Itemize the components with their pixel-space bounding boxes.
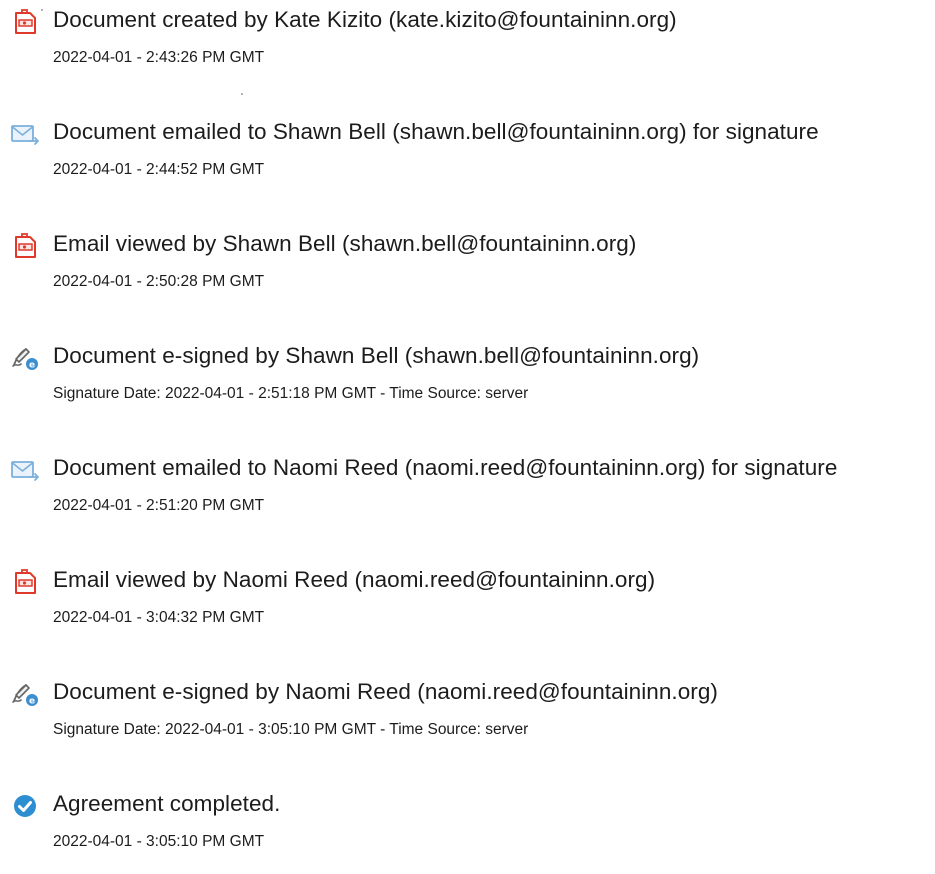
event-description: Email viewed by Shawn Bell (shawn.bell@f…: [53, 231, 637, 256]
event-timestamp: 2022-04-01 - 3:04:32 PM GMT: [53, 609, 265, 626]
event-description: Document e-signed by Naomi Reed (naomi.r…: [53, 679, 718, 704]
event-timestamp: 2022-04-01 - 2:51:20 PM GMT: [53, 497, 265, 514]
event-document-emailed: Document emailed to Shawn Bell (shawn.be…: [0, 112, 935, 202]
event-timestamp: 2022-04-01 - 3:05:10 PM GMT: [53, 833, 265, 850]
email-sent-icon: [10, 119, 40, 149]
e-signed-icon: e: [10, 679, 40, 709]
event-description: Document created by Kate Kizito (kate.ki…: [53, 7, 677, 32]
event-timestamp: 2022-04-01 - 2:44:52 PM GMT: [53, 161, 265, 178]
event-email-viewed: Email viewed by Naomi Reed (naomi.reed@f…: [0, 560, 935, 650]
event-agreement-completed: Agreement completed. 2022-04-01 - 3:05:1…: [0, 784, 935, 874]
event-timestamp: Signature Date: 2022-04-01 - 3:05:10 PM …: [53, 721, 529, 738]
event-document-e-signed: e Document e-signed by Shawn Bell (shawn…: [0, 336, 935, 426]
e-signed-icon: e: [10, 343, 40, 373]
event-document-emailed: Document emailed to Naomi Reed (naomi.re…: [0, 448, 935, 538]
svg-text:e: e: [29, 697, 35, 707]
event-email-viewed: Email viewed by Shawn Bell (shawn.bell@f…: [0, 224, 935, 314]
audit-log: Document created by Kate Kizito (kate.ki…: [0, 0, 935, 850]
event-description: Agreement completed.: [53, 791, 281, 816]
event-description: Email viewed by Naomi Reed (naomi.reed@f…: [53, 567, 656, 592]
email-viewed-icon: [10, 567, 40, 597]
event-description: Document emailed to Naomi Reed (naomi.re…: [53, 455, 838, 480]
svg-text:e: e: [29, 361, 35, 371]
event-timestamp: 2022-04-01 - 2:43:26 PM GMT: [53, 49, 265, 66]
event-timestamp: Signature Date: 2022-04-01 - 2:51:18 PM …: [53, 385, 529, 402]
scan-speck: [41, 9, 43, 11]
email-sent-icon: [10, 455, 40, 485]
document-created-icon: [10, 7, 40, 37]
event-description: Document e-signed by Shawn Bell (shawn.b…: [53, 343, 700, 368]
email-viewed-icon: [10, 231, 40, 261]
event-timestamp: 2022-04-01 - 2:50:28 PM GMT: [53, 273, 265, 290]
agreement-completed-icon: [10, 791, 40, 821]
scan-speck: [241, 93, 243, 95]
event-description: Document emailed to Shawn Bell (shawn.be…: [53, 119, 819, 144]
event-document-created: Document created by Kate Kizito (kate.ki…: [0, 0, 935, 90]
event-document-e-signed: e Document e-signed by Naomi Reed (naomi…: [0, 672, 935, 762]
